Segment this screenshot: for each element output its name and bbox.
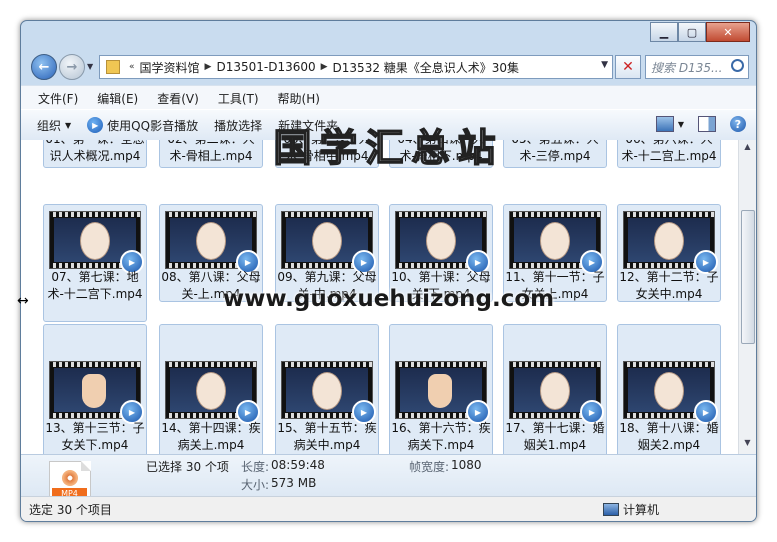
file-tile[interactable]: 05、第五课：人术-三停.mp4 [503, 140, 607, 168]
status-selection-text: 选定 30 个项目 [29, 503, 112, 517]
file-name: 06、第六课：人术-十二宫上.mp4 [621, 140, 717, 163]
scroll-down-icon[interactable]: ▼ [739, 438, 756, 452]
change-view-icon[interactable] [655, 116, 674, 132]
play-selection-label: 播放选择 [214, 118, 263, 133]
framewidth-value: 1080 [451, 458, 482, 472]
status-bar: 选定 30 个项目 计算机 [21, 496, 756, 521]
qq-player-icon: ▶ [87, 117, 104, 133]
watermark-url: www.guoxuehuizong.com [222, 286, 555, 312]
file-tile[interactable]: ▶ 13、第十三节：子女关下.mp4 [43, 324, 147, 454]
menu-bar: 文件(F) 编辑(E) 查看(V) 工具(T) 帮助(H) [21, 85, 756, 110]
scroll-up-icon[interactable]: ▲ [739, 142, 756, 156]
selected-count: 已选择 30 个项 [146, 460, 229, 474]
file-name: 13、第十三节：子女关下.mp4 [45, 421, 145, 452]
search-placeholder: 搜索 D135... [651, 60, 723, 75]
video-thumbnail: ▶ [395, 211, 490, 274]
folder-icon [106, 60, 120, 74]
view-dropdown-icon[interactable]: ▼ [678, 120, 684, 129]
menu-file[interactable]: 文件(F) [38, 90, 78, 107]
stop-button[interactable]: ✕ [615, 55, 641, 79]
video-thumbnail: ▶ [395, 361, 490, 424]
file-tile[interactable]: ▶ 14、第十四课：疾病关上.mp4 [159, 324, 263, 454]
menu-view[interactable]: 查看(V) [157, 90, 199, 107]
explorer-window: ▁ ▢ ✕ ← → ▼ « 国学资料馆 ▶ D13501-D13600 ▶ D1… [20, 20, 757, 522]
video-thumbnail: ▶ [281, 211, 376, 274]
video-thumbnail: ▶ [49, 361, 144, 424]
file-name: 15、第十五节：疾病关中.mp4 [277, 421, 377, 452]
navigation-bar: ← → ▼ « 国学资料馆 ▶ D13501-D13600 ▶ D13532 糖… [21, 53, 756, 83]
file-name: 17、第十七课：婚姻关1.mp4 [505, 421, 605, 452]
file-name: 18、第十八课：婚姻关2.mp4 [619, 421, 719, 452]
file-tile[interactable]: 06、第六课：人术-十二宫上.mp4 [617, 140, 721, 168]
video-thumbnail: ▶ [49, 211, 144, 274]
video-thumbnail: ▶ [623, 361, 718, 424]
address-bar[interactable]: « 国学资料馆 ▶ D13501-D13600 ▶ D13532 糖果《全息识人… [99, 55, 613, 79]
preview-pane-icon[interactable] [698, 116, 716, 132]
length-label: 长度: [241, 460, 270, 474]
forward-button[interactable]: → [59, 54, 85, 80]
search-input[interactable]: 搜索 D135... [645, 55, 749, 79]
file-tile[interactable]: 03、第三课：人术-骨相中.mp4 [275, 140, 379, 168]
size-label: 大小: [241, 478, 270, 492]
video-thumbnail: ▶ [623, 211, 718, 274]
computer-label: 计算机 [623, 503, 660, 517]
play-selection-button[interactable]: 播放选择 [214, 117, 262, 134]
breadcrumb-overflow-icon[interactable]: « [129, 62, 135, 72]
menu-help[interactable]: 帮助(H) [278, 90, 320, 107]
file-tile[interactable]: ▶ 16、第十六节：疾病关下.mp4 [389, 324, 493, 454]
breadcrumb-separator-icon[interactable]: ▶ [205, 62, 212, 72]
search-icon[interactable] [731, 59, 744, 72]
file-tile[interactable]: ▶ 15、第十五节：疾病关中.mp4 [275, 324, 379, 454]
play-qq-label: 使用QQ影音播放 [107, 118, 199, 133]
maximize-button[interactable]: ▢ [678, 22, 706, 42]
view-controls: ▼ ? [642, 116, 746, 132]
help-icon[interactable]: ? [730, 116, 746, 132]
menu-tools[interactable]: 工具(T) [218, 90, 259, 107]
play-qq-button[interactable]: ▶ 使用QQ影音播放 [87, 117, 198, 134]
video-thumbnail: ▶ [165, 361, 260, 424]
details-pane: MP4 已选择 30 个项 长度: 08:59:48 帧宽度: 1080 大小:… [21, 454, 756, 503]
size-value: 573 MB [271, 476, 317, 490]
file-name: 03、第三课：人术-骨相中.mp4 [283, 140, 370, 163]
file-name: 14、第十四课：疾病关上.mp4 [161, 421, 261, 452]
file-tile[interactable]: ▶ 18、第十八课：婚姻关2.mp4 [617, 324, 721, 454]
back-button[interactable]: ← [31, 54, 57, 80]
framewidth-label: 帧宽度: [409, 460, 450, 474]
file-name: 01、第一课：全息识人术概况.mp4 [45, 140, 144, 163]
file-name: 02、第二课：人术-骨相上.mp4 [167, 140, 254, 163]
file-name: 16、第十六节：疾病关下.mp4 [391, 421, 491, 452]
new-folder-label: 新建文件夹 [278, 118, 339, 133]
video-thumbnail: ▶ [509, 361, 604, 424]
organize-label: 组织 [37, 118, 62, 133]
file-tile[interactable]: 04、第四课：人术-骨相下.mp4 [389, 140, 493, 168]
caption-buttons: ▁ ▢ ✕ [650, 22, 750, 42]
file-tile[interactable]: 02、第二课：人术-骨相上.mp4 [159, 140, 263, 168]
close-button[interactable]: ✕ [706, 22, 750, 42]
file-tile[interactable]: ▶ 17、第十七课：婚姻关1.mp4 [503, 324, 607, 454]
breadcrumb-item[interactable]: 国学资料馆 [140, 59, 200, 76]
computer-icon [603, 503, 619, 516]
scrollbar-thumb[interactable] [741, 210, 755, 344]
minimize-button[interactable]: ▁ [650, 22, 678, 42]
breadcrumb-item[interactable]: D13501-D13600 [216, 60, 315, 74]
video-thumbnail: ▶ [165, 211, 260, 274]
video-thumbnail: ▶ [509, 211, 604, 274]
breadcrumb-separator-icon[interactable]: ▶ [321, 62, 328, 72]
status-computer: 计算机 [603, 501, 659, 518]
command-bar: 组织 ▼ ▶ 使用QQ影音播放 播放选择 新建文件夹 ▼ ? [21, 109, 756, 141]
recent-pages-dropdown-icon[interactable]: ▼ [87, 62, 93, 71]
menu-edit[interactable]: 编辑(E) [97, 90, 138, 107]
title-bar: ▁ ▢ ✕ [21, 21, 756, 53]
file-name: 04、第四课：人术-骨相下.mp4 [397, 140, 484, 163]
address-dropdown-icon[interactable]: ▼ [601, 60, 608, 70]
length-value: 08:59:48 [271, 458, 325, 472]
video-thumbnail: ▶ [281, 361, 376, 424]
file-name: 05、第五课：人术-三停.mp4 [511, 140, 598, 163]
file-tile[interactable]: 01、第一课：全息识人术概况.mp4 [43, 140, 147, 168]
breadcrumb-item[interactable]: D13532 糖果《全息识人术》30集 [333, 59, 520, 76]
chevron-down-icon: ▼ [65, 120, 72, 130]
resize-cursor-icon: ↔ [17, 293, 29, 309]
new-folder-button[interactable]: 新建文件夹 [278, 117, 338, 134]
organize-button[interactable]: 组织 ▼ [37, 117, 71, 134]
